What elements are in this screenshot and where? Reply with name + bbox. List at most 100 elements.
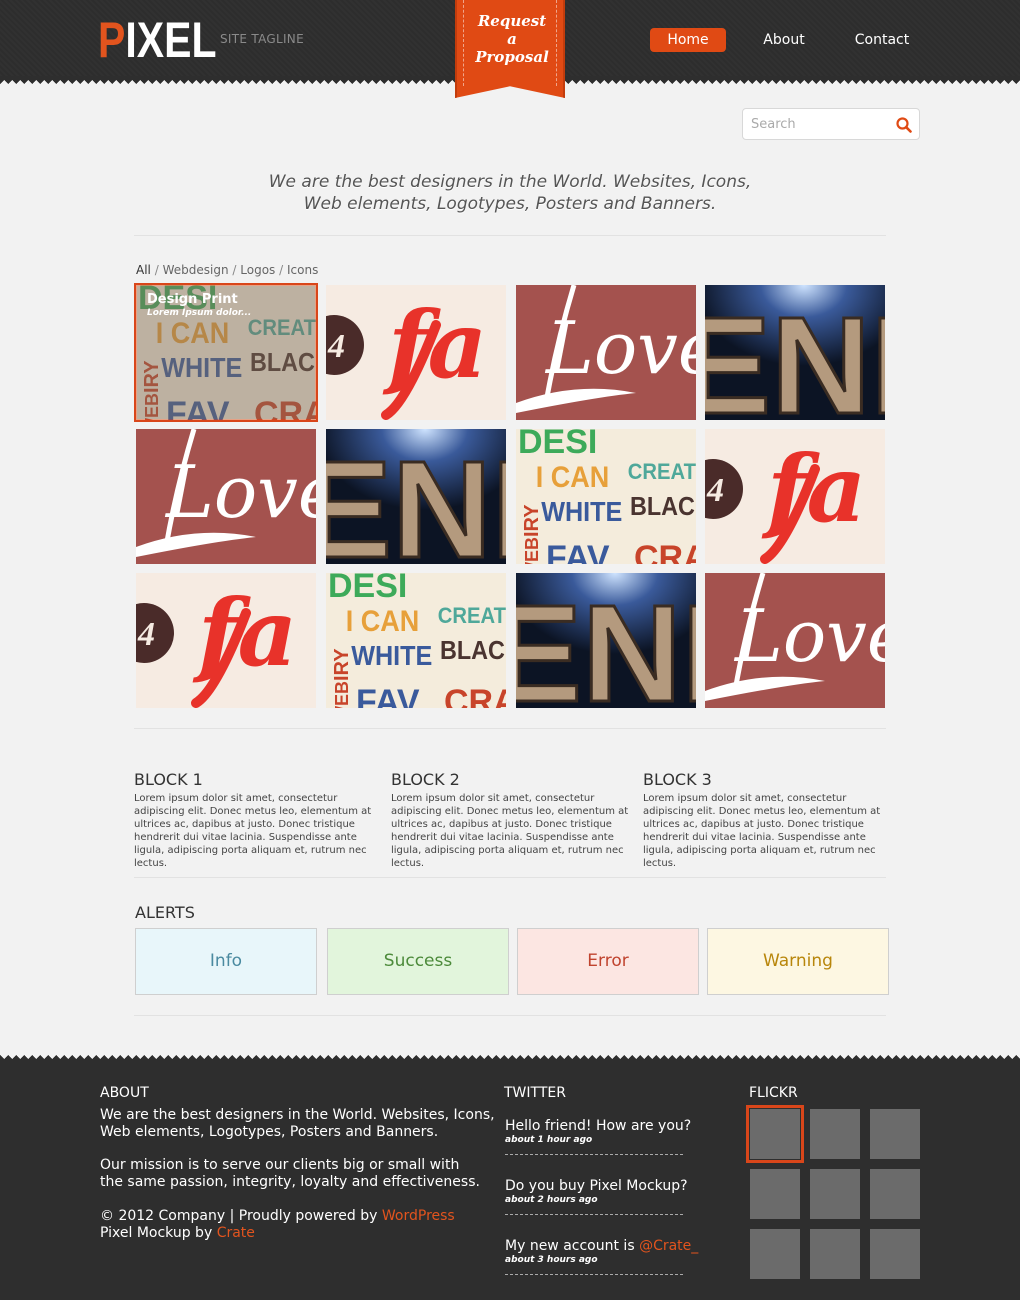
tile-word: I CAN xyxy=(346,605,419,639)
tile-word: WEB xyxy=(142,393,162,420)
tile-word: FAV xyxy=(546,539,610,564)
portfolio-tile[interactable]: DESI I CAN CREAT WHITE BLAC IRY WEB FAV … xyxy=(134,283,318,422)
tweet-divider xyxy=(505,1274,683,1275)
portfolio-tile[interactable]: ENI xyxy=(516,573,696,708)
block-text: Lorem ipsum dolor sit amet, consectetur … xyxy=(134,793,372,869)
tile-word: WEB xyxy=(522,537,542,564)
flickr-thumbnail[interactable] xyxy=(746,1105,804,1163)
tile-word: WHITE xyxy=(351,640,432,672)
filter-all[interactable]: All xyxy=(136,263,151,277)
logo-initial: P xyxy=(98,12,126,68)
tile-word: IRY xyxy=(521,504,543,537)
request-proposal-ribbon[interactable]: Request a Proposal xyxy=(455,0,565,98)
portfolio-tile[interactable]: DESI I CAN CREAT WHITE BLAC IRY WEB FAV … xyxy=(326,573,506,708)
divider xyxy=(134,1015,886,1016)
tweet-item[interactable]: Do you buy Pixel Mockup? about 2 hours a… xyxy=(505,1178,688,1215)
ribbon-label: Request a Proposal xyxy=(475,12,549,66)
portfolio-tile[interactable]: DESI I CAN CREAT WHITE BLAC IRY WEB FAV … xyxy=(516,429,696,564)
nav-contact[interactable]: Contact xyxy=(850,28,914,52)
tile-art-fa: 4 fa xyxy=(326,285,506,420)
tile-word: BLAC xyxy=(630,493,695,521)
portfolio-tile[interactable]: Love xyxy=(705,573,885,708)
flickr-thumbnail[interactable] xyxy=(870,1109,920,1159)
tweet-time: about 1 hour ago xyxy=(505,1135,593,1145)
tweet-divider xyxy=(505,1214,683,1215)
tile-word: DESI xyxy=(518,429,597,461)
block-text: Lorem ipsum dolor sit amet, consectetur … xyxy=(391,793,629,869)
tile-art-typography: DESI I CAN CREAT WHITE BLAC IRY WEB FAV … xyxy=(326,573,506,708)
footer-copyright: © 2012 Company | Proudly powered by Word… xyxy=(100,1208,455,1225)
tile-word: CRA xyxy=(254,395,316,420)
block-title: BLOCK 3 xyxy=(643,770,712,789)
alert-warning[interactable]: Warning xyxy=(707,928,889,995)
tile-word: CREAT xyxy=(438,604,506,628)
search-icon[interactable] xyxy=(895,116,913,134)
tile-art-typography: DESI I CAN CREAT WHITE BLAC IRY WEB FAV … xyxy=(516,429,696,564)
tile-word: ENI xyxy=(516,577,696,708)
content-block-3: BLOCK 3 Lorem ipsum dolor sit amet, cons… xyxy=(643,770,893,870)
site-logo[interactable]: PIXEL xyxy=(98,14,216,66)
hero-line-2: Web elements, Logotypes, Posters and Ban… xyxy=(303,194,717,214)
alert-error[interactable]: Error xyxy=(517,928,699,995)
tile-word: BLAC xyxy=(440,637,505,665)
alert-success[interactable]: Success xyxy=(327,928,509,995)
footer-mission-text: Our mission is to serve our clients big … xyxy=(100,1157,480,1190)
tweet-text: Hello friend! How are you? xyxy=(505,1118,692,1134)
tile-word: FAV xyxy=(356,683,420,708)
filter-webdesign[interactable]: Webdesign xyxy=(163,263,229,277)
filter-separator: / xyxy=(154,263,159,277)
flickr-thumbnail[interactable] xyxy=(810,1169,860,1219)
flickr-thumbnail[interactable] xyxy=(750,1169,800,1219)
search-box xyxy=(742,108,920,140)
twitter-handle-link[interactable]: @Crate_ xyxy=(639,1238,698,1254)
tile-word: IRY xyxy=(141,360,163,393)
portfolio-tile[interactable]: 4 fa xyxy=(326,285,506,420)
search-input[interactable] xyxy=(751,114,881,134)
portfolio-tile[interactable]: ENI xyxy=(705,285,885,420)
tweet-text: Do you buy Pixel Mockup? xyxy=(505,1178,688,1194)
flickr-thumbnail[interactable] xyxy=(810,1109,860,1159)
filter-logos[interactable]: Logos xyxy=(240,263,275,277)
tile-art-love: Love xyxy=(705,573,885,708)
wordpress-link[interactable]: WordPress xyxy=(382,1208,455,1224)
tile-art-love: Love xyxy=(516,285,696,420)
portfolio-tile[interactable]: Love xyxy=(516,285,696,420)
copyright-text: © 2012 Company | Proudly powered by xyxy=(100,1208,382,1224)
filter-icons[interactable]: Icons xyxy=(287,263,318,277)
tweet-item[interactable]: Hello friend! How are you? about 1 hour … xyxy=(505,1118,692,1155)
crate-link[interactable]: Crate xyxy=(217,1225,255,1241)
portfolio-tile[interactable]: Love xyxy=(136,429,316,564)
flickr-thumbnail[interactable] xyxy=(870,1229,920,1279)
tile-word: DESI xyxy=(328,573,407,605)
tile-word: WHITE xyxy=(541,496,622,528)
flickr-thumbnail[interactable] xyxy=(810,1229,860,1279)
content-block-2: BLOCK 2 Lorem ipsum dolor sit amet, cons… xyxy=(391,770,641,870)
tweet-item[interactable]: My new account is @Crate_ about 3 hours … xyxy=(505,1238,698,1275)
nav-about[interactable]: About xyxy=(756,28,812,52)
tile-subtitle: Lorem Ipsum dolor... xyxy=(147,308,252,318)
portfolio-tile[interactable]: 4 fa xyxy=(705,429,885,564)
tile-caption: Design Print Lorem Ipsum dolor... xyxy=(147,292,251,319)
hero-statement: We are the best designers in the World. … xyxy=(140,171,880,215)
tile-word: fa xyxy=(761,435,866,543)
alert-info[interactable]: Info xyxy=(135,928,317,995)
site-tagline: SITE TAGLINE xyxy=(220,32,304,46)
flickr-thumbnail[interactable] xyxy=(750,1229,800,1279)
tile-word: WEB xyxy=(332,681,352,708)
tile-art-eni: ENI xyxy=(705,285,885,420)
portfolio-tile[interactable]: 4 fa xyxy=(136,573,316,708)
tile-art-fa: 4 fa xyxy=(705,429,885,564)
credit-text: Pixel Mockup by xyxy=(100,1225,217,1241)
flickr-thumbnail[interactable] xyxy=(870,1169,920,1219)
hero-line-1: We are the best designers in the World. … xyxy=(268,172,752,192)
divider xyxy=(134,728,886,729)
nav-home[interactable]: Home xyxy=(650,28,726,52)
footer-twitter-heading: TWITTER xyxy=(504,1085,566,1101)
tweet-time: about 2 hours ago xyxy=(505,1195,598,1205)
portfolio-tile[interactable]: ENI xyxy=(326,429,506,564)
portfolio-grid: DESI I CAN CREAT WHITE BLAC IRY WEB FAV … xyxy=(134,283,886,709)
tweet-text: My new account is @Crate_ xyxy=(505,1238,698,1255)
tile-word: fa xyxy=(382,291,487,399)
footer-about-heading: ABOUT xyxy=(100,1085,149,1101)
tile-word: CREAT xyxy=(248,316,316,340)
